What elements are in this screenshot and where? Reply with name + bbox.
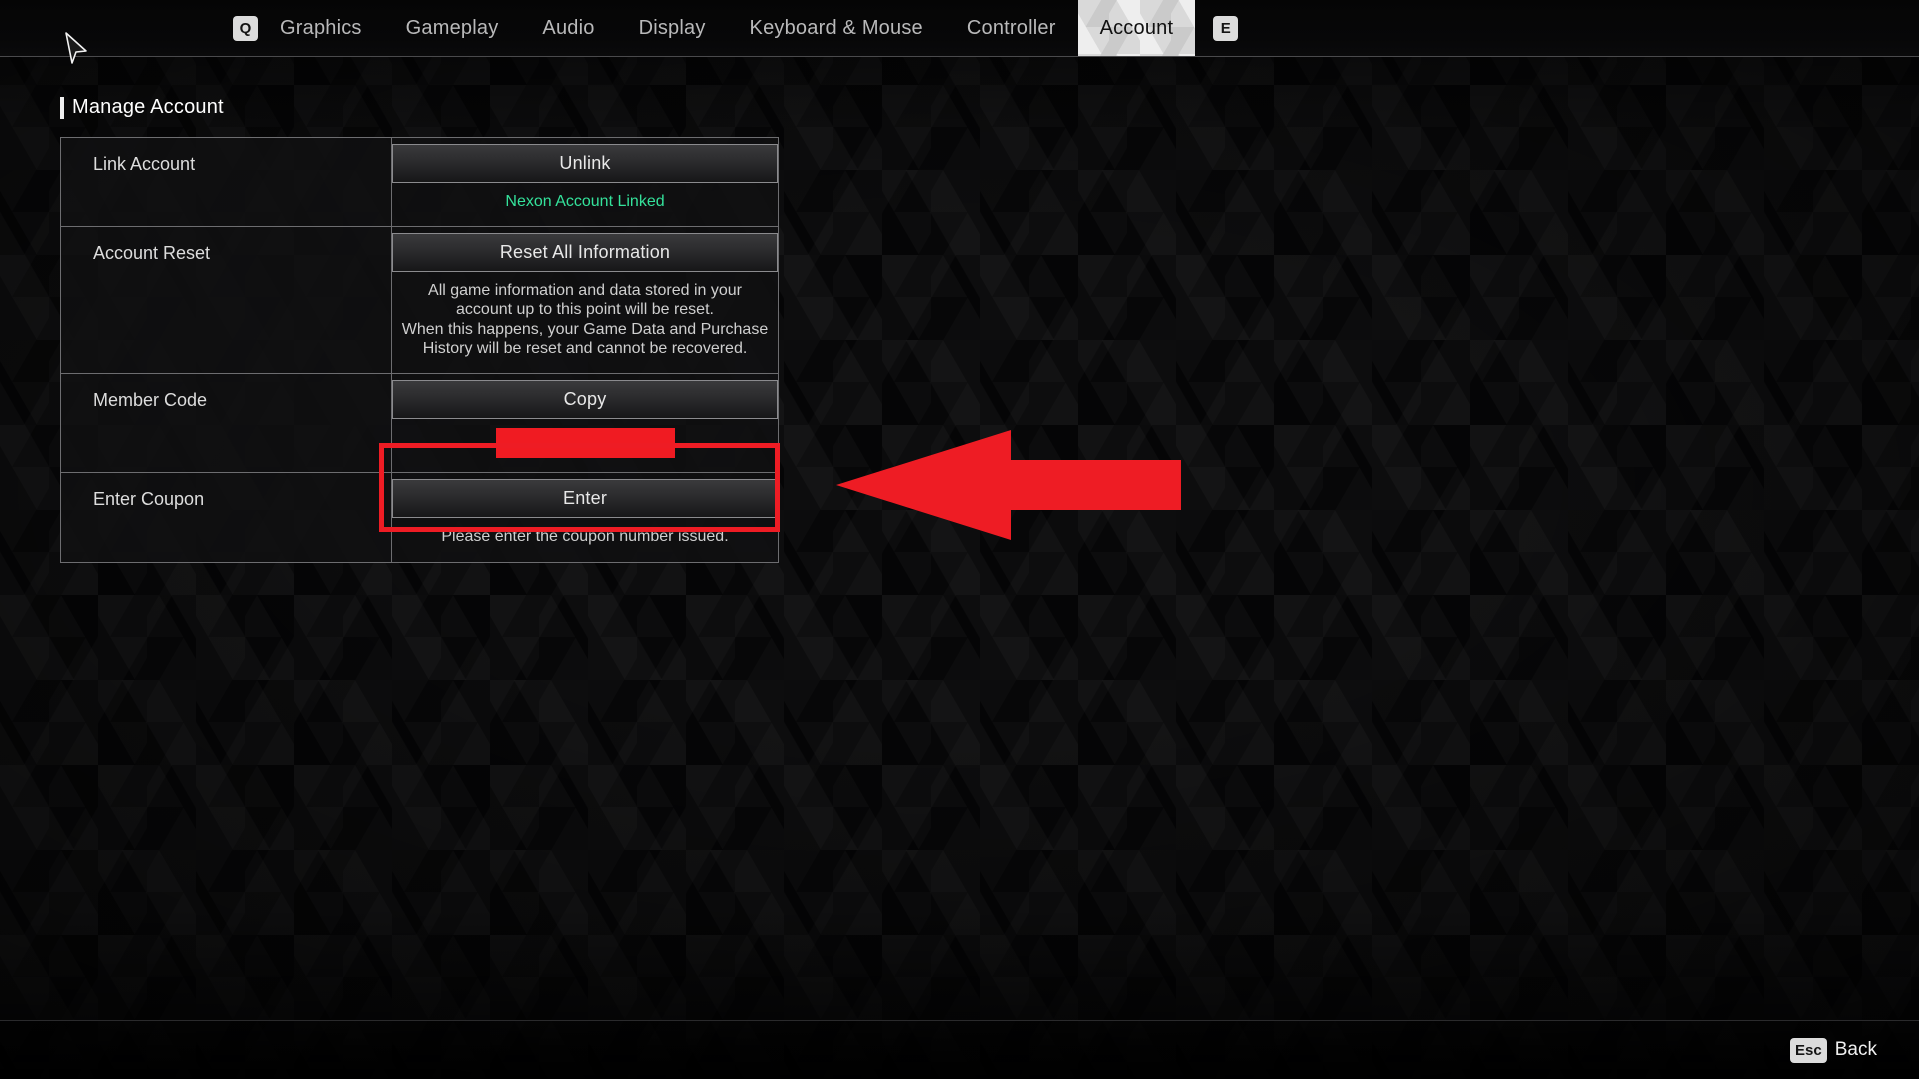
row-control-cell-account-reset: Reset All Information All game informati… — [392, 227, 778, 373]
nav-left-spacer — [0, 0, 233, 56]
key-q-badge: Q — [233, 15, 258, 41]
table-row-link-account: Link Account Unlink Nexon Account Linked — [60, 137, 779, 226]
section-accent-bar — [60, 96, 64, 119]
row-control-cell-enter-coupon: Enter Please enter the coupon number iss… — [392, 473, 778, 563]
account-reset-description-line-1: All game information and data stored in … — [428, 281, 742, 299]
tab-keyboard-mouse-label: Keyboard & Mouse — [749, 16, 923, 39]
row-label-cell-account-reset: Account Reset — [61, 226, 392, 373]
reset-all-information-button[interactable]: Reset All Information — [392, 232, 778, 272]
account-reset-description-line-4: History will be reset and cannot be reco… — [422, 340, 748, 358]
row-control-cell-member-code: Copy — [392, 374, 778, 472]
tab-audio-label: Audio — [542, 16, 595, 39]
tab-gameplay-label: Gameplay — [405, 16, 499, 39]
table-row-enter-coupon: Enter Coupon Enter Please enter the coup… — [60, 471, 779, 564]
account-reset-description-line-3: When this happens, your Game Data and Pu… — [401, 320, 769, 338]
nav-prev-tab-key[interactable]: Q — [233, 0, 258, 56]
tab-gameplay[interactable]: Gameplay — [384, 0, 521, 56]
tab-audio[interactable]: Audio — [520, 0, 616, 56]
tab-account-label: Account — [1099, 16, 1174, 39]
bottom-action-bar: Esc Back — [0, 1020, 1919, 1079]
tab-account[interactable]: Account — [1078, 0, 1196, 56]
account-reset-label: Account Reset — [93, 242, 211, 263]
nav-tab-list: Graphics Gameplay Audio Display Keyboard… — [258, 0, 1195, 56]
enter-coupon-hint: Please enter the coupon number issued. — [441, 527, 729, 545]
back-button-label: Back — [1834, 1039, 1877, 1060]
game-settings-screen: Q Graphics Gameplay Audio Display Keyboa… — [0, 0, 1919, 1079]
section-title-label: Manage Account — [72, 96, 224, 118]
table-row-account-reset: Account Reset Reset All Information All … — [60, 225, 779, 373]
key-e-badge: E — [1213, 15, 1239, 41]
page-title: Manage Account — [60, 96, 224, 119]
tab-keyboard-mouse[interactable]: Keyboard & Mouse — [728, 0, 945, 56]
account-reset-description-line-2: account up to this point will be reset. — [456, 301, 714, 319]
manage-account-table: Link Account Unlink Nexon Account Linked… — [60, 137, 779, 564]
tab-controller-label: Controller — [966, 16, 1056, 39]
top-navigation-bar: Q Graphics Gameplay Audio Display Keyboa… — [0, 0, 1919, 57]
account-reset-description: All game information and data stored in … — [392, 281, 778, 359]
tab-controller[interactable]: Controller — [945, 0, 1078, 56]
tab-display[interactable]: Display — [617, 0, 728, 56]
tab-graphics-label: Graphics — [280, 16, 362, 39]
unlink-button[interactable]: Unlink — [392, 144, 778, 183]
table-row-member-code: Member Code Copy — [60, 372, 779, 472]
member-code-label: Member Code — [93, 389, 208, 410]
row-control-cell-link-account: Unlink Nexon Account Linked — [392, 138, 778, 226]
row-label-cell-member-code: Member Code — [61, 373, 392, 472]
nav-next-tab-key[interactable]: E — [1195, 0, 1239, 56]
enter-coupon-button[interactable]: Enter — [392, 478, 778, 518]
enter-coupon-label: Enter Coupon — [93, 488, 205, 509]
link-account-label: Link Account — [93, 154, 196, 174]
back-button[interactable]: Esc Back — [1790, 1037, 1877, 1063]
member-code-redaction-bar — [495, 427, 675, 458]
tab-graphics[interactable]: Graphics — [258, 0, 384, 56]
link-account-status-badge: Nexon Account Linked — [505, 193, 665, 210]
tab-display-label: Display — [638, 16, 706, 39]
key-esc-badge: Esc — [1790, 1037, 1827, 1063]
copy-member-code-button[interactable]: Copy — [392, 379, 778, 419]
row-label-cell-link-account: Link Account — [61, 138, 392, 226]
row-label-cell-enter-coupon: Enter Coupon — [61, 472, 392, 563]
